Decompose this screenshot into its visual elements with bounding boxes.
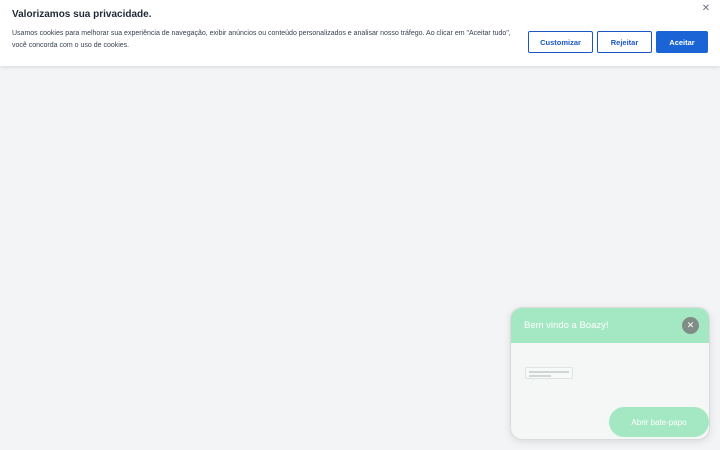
customize-button[interactable]: Customizar [528, 31, 593, 53]
close-icon[interactable]: ✕ [700, 3, 712, 15]
cookie-banner-title: Valorizamos sua privacidade. [12, 9, 152, 20]
chat-title: Bem vindo a Boazy! [524, 320, 609, 331]
reject-button[interactable]: Rejeitar [597, 31, 652, 53]
open-chat-button[interactable]: Abrir bate-papo [609, 407, 709, 437]
accept-button[interactable]: Aceitar [656, 31, 708, 53]
chat-message-preview [525, 367, 573, 379]
cookie-banner: Valorizamos sua privacidade. Usamos cook… [0, 0, 720, 66]
chat-widget: Bem vindo a Boazy! ✕ Abrir bate-papo [510, 307, 710, 440]
chat-preview-line [529, 375, 551, 377]
cookie-banner-text: Usamos cookies para melhorar sua experiê… [12, 30, 511, 49]
chat-preview-line [529, 371, 569, 373]
chat-close-icon[interactable]: ✕ [682, 317, 699, 334]
chat-header: Bem vindo a Boazy! ✕ [511, 308, 709, 343]
